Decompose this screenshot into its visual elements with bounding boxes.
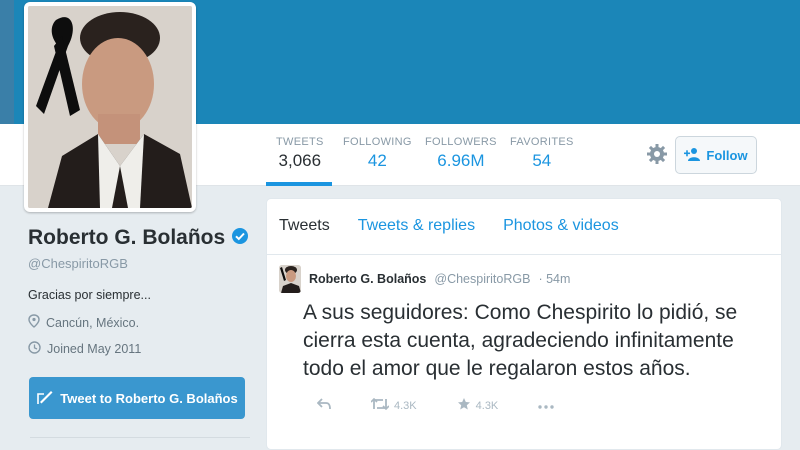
profile-bio: Gracias por siempre...	[28, 288, 151, 302]
stat-followers-label: FOLLOWERS	[425, 136, 497, 148]
profile-name[interactable]: Roberto G. Bolaños	[28, 226, 225, 250]
profile-location: Cancún, México.	[46, 315, 140, 330]
stat-followers[interactable]: FOLLOWERS 6.96M	[425, 136, 497, 171]
stat-favorites[interactable]: FAVORITES 54	[510, 136, 574, 171]
profile-joined: Joined May 2011	[47, 342, 142, 356]
star-icon	[457, 397, 471, 414]
active-stat-underline	[266, 182, 332, 186]
stat-following-value: 42	[367, 151, 387, 170]
stat-favorites-label: FAVORITES	[510, 136, 574, 148]
tweet-actions: 4.3K 4.3K	[316, 397, 769, 414]
stat-followers-value: 6.96M	[437, 151, 485, 170]
tweet-to-button[interactable]: Tweet to Roberto G. Bolaños	[29, 377, 245, 419]
retweet-count: 4.3K	[394, 399, 417, 412]
favorite-button[interactable]: 4.3K	[457, 397, 499, 414]
stat-tweets-label: TWEETS	[276, 136, 324, 148]
stat-tweets[interactable]: TWEETS 3,066	[276, 136, 324, 171]
tweet-item[interactable]: Roberto G. Bolaños @ChespiritoRGB · 54m …	[267, 255, 781, 424]
profile-avatar[interactable]	[24, 2, 196, 212]
profile-card: Roberto G. Bolaños @ChespiritoRGB Gracia…	[28, 226, 258, 357]
retweet-icon	[370, 397, 390, 413]
tab-tweets[interactable]: Tweets	[279, 217, 330, 254]
profile-joined-row: Joined May 2011	[28, 341, 258, 357]
retweet-button[interactable]: 4.3K	[370, 397, 417, 413]
location-pin-icon	[28, 314, 40, 331]
stat-following[interactable]: FOLLOWING 42	[343, 136, 412, 171]
stat-tweets-value: 3,066	[278, 151, 322, 170]
banner-edge	[0, 0, 14, 124]
profile-handle[interactable]: @ChespiritoRGB	[28, 256, 258, 271]
tab-photos-videos[interactable]: Photos & videos	[503, 217, 619, 254]
follow-button[interactable]: Follow	[675, 136, 757, 174]
timeline-panel: Tweets Tweets & replies Photos & videos …	[266, 198, 782, 450]
tweet-avatar[interactable]	[279, 265, 301, 293]
sidebar-divider	[30, 437, 250, 438]
stat-following-label: FOLLOWING	[343, 136, 412, 148]
tweet-to-label: Tweet to Roberto G. Bolaños	[60, 390, 238, 406]
tweet-text: A sus seguidores: Como Chespirito lo pid…	[303, 301, 738, 380]
profile-location-row: Cancún, México.	[28, 314, 258, 331]
calendar-clock-icon	[28, 341, 41, 357]
add-user-icon	[684, 147, 701, 164]
favorite-count: 4.3K	[475, 399, 499, 412]
reply-button[interactable]	[316, 398, 331, 413]
verified-badge-icon	[231, 227, 249, 250]
follow-label: Follow	[706, 147, 748, 163]
tweet-timestamp[interactable]: · 54m	[538, 272, 570, 286]
more-button[interactable]	[538, 400, 554, 412]
tweet-author-handle[interactable]: @ChespiritoRGB	[434, 272, 530, 286]
timeline-tabs: Tweets Tweets & replies Photos & videos	[267, 199, 781, 255]
stat-favorites-value: 54	[532, 151, 552, 170]
tweet-author-name[interactable]: Roberto G. Bolaños	[309, 272, 426, 286]
more-dots-icon	[538, 400, 554, 412]
gear-icon[interactable]	[646, 143, 668, 165]
tab-tweets-replies[interactable]: Tweets & replies	[358, 217, 475, 254]
compose-quill-icon	[36, 388, 54, 409]
reply-icon	[316, 398, 331, 413]
